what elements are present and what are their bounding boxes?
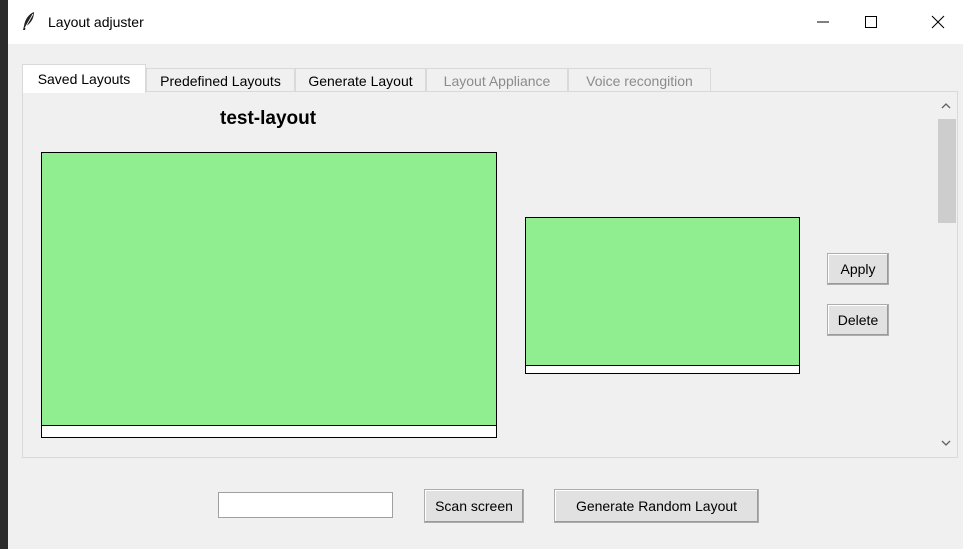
delete-button[interactable]: Delete xyxy=(827,304,889,336)
vertical-scrollbar[interactable] xyxy=(936,93,956,456)
feather-icon xyxy=(20,11,38,31)
window-title: Layout adjuster xyxy=(48,14,144,30)
tab-saved-layouts[interactable]: Saved Layouts xyxy=(22,64,146,93)
saved-layouts-panel: test-layout Apply Delete xyxy=(22,91,958,458)
monitor-preview-2 xyxy=(525,217,800,374)
tab-layout-appliance[interactable]: Layout Appliance xyxy=(426,68,568,92)
window-region-1 xyxy=(42,153,496,426)
maximize-icon xyxy=(865,16,877,28)
tab-predefined-layouts[interactable]: Predefined Layouts xyxy=(146,68,295,92)
chevron-down-icon[interactable] xyxy=(940,437,952,449)
minimize-icon xyxy=(817,21,829,23)
scrollbar-thumb[interactable] xyxy=(938,119,956,223)
scan-screen-button[interactable]: Scan screen xyxy=(424,489,524,523)
layout-name-input[interactable] xyxy=(218,492,393,518)
minimize-button[interactable] xyxy=(800,0,846,44)
generate-random-layout-button[interactable]: Generate Random Layout xyxy=(554,489,759,523)
app-window: Layout adjuster Saved Layouts Predefined… xyxy=(8,0,963,549)
title-bar[interactable]: Layout adjuster xyxy=(8,0,963,44)
window-region-2 xyxy=(526,218,799,366)
tab-voice-recognition[interactable]: Voice recongition xyxy=(568,68,711,92)
layout-name: test-layout xyxy=(220,108,317,129)
chevron-up-icon[interactable] xyxy=(940,100,952,112)
tab-generate-layout[interactable]: Generate Layout xyxy=(295,68,426,92)
close-button[interactable] xyxy=(915,0,961,44)
maximize-button[interactable] xyxy=(848,0,894,44)
close-icon xyxy=(931,15,945,29)
apply-button[interactable]: Apply xyxy=(827,253,889,285)
monitor-preview-1 xyxy=(41,152,497,438)
